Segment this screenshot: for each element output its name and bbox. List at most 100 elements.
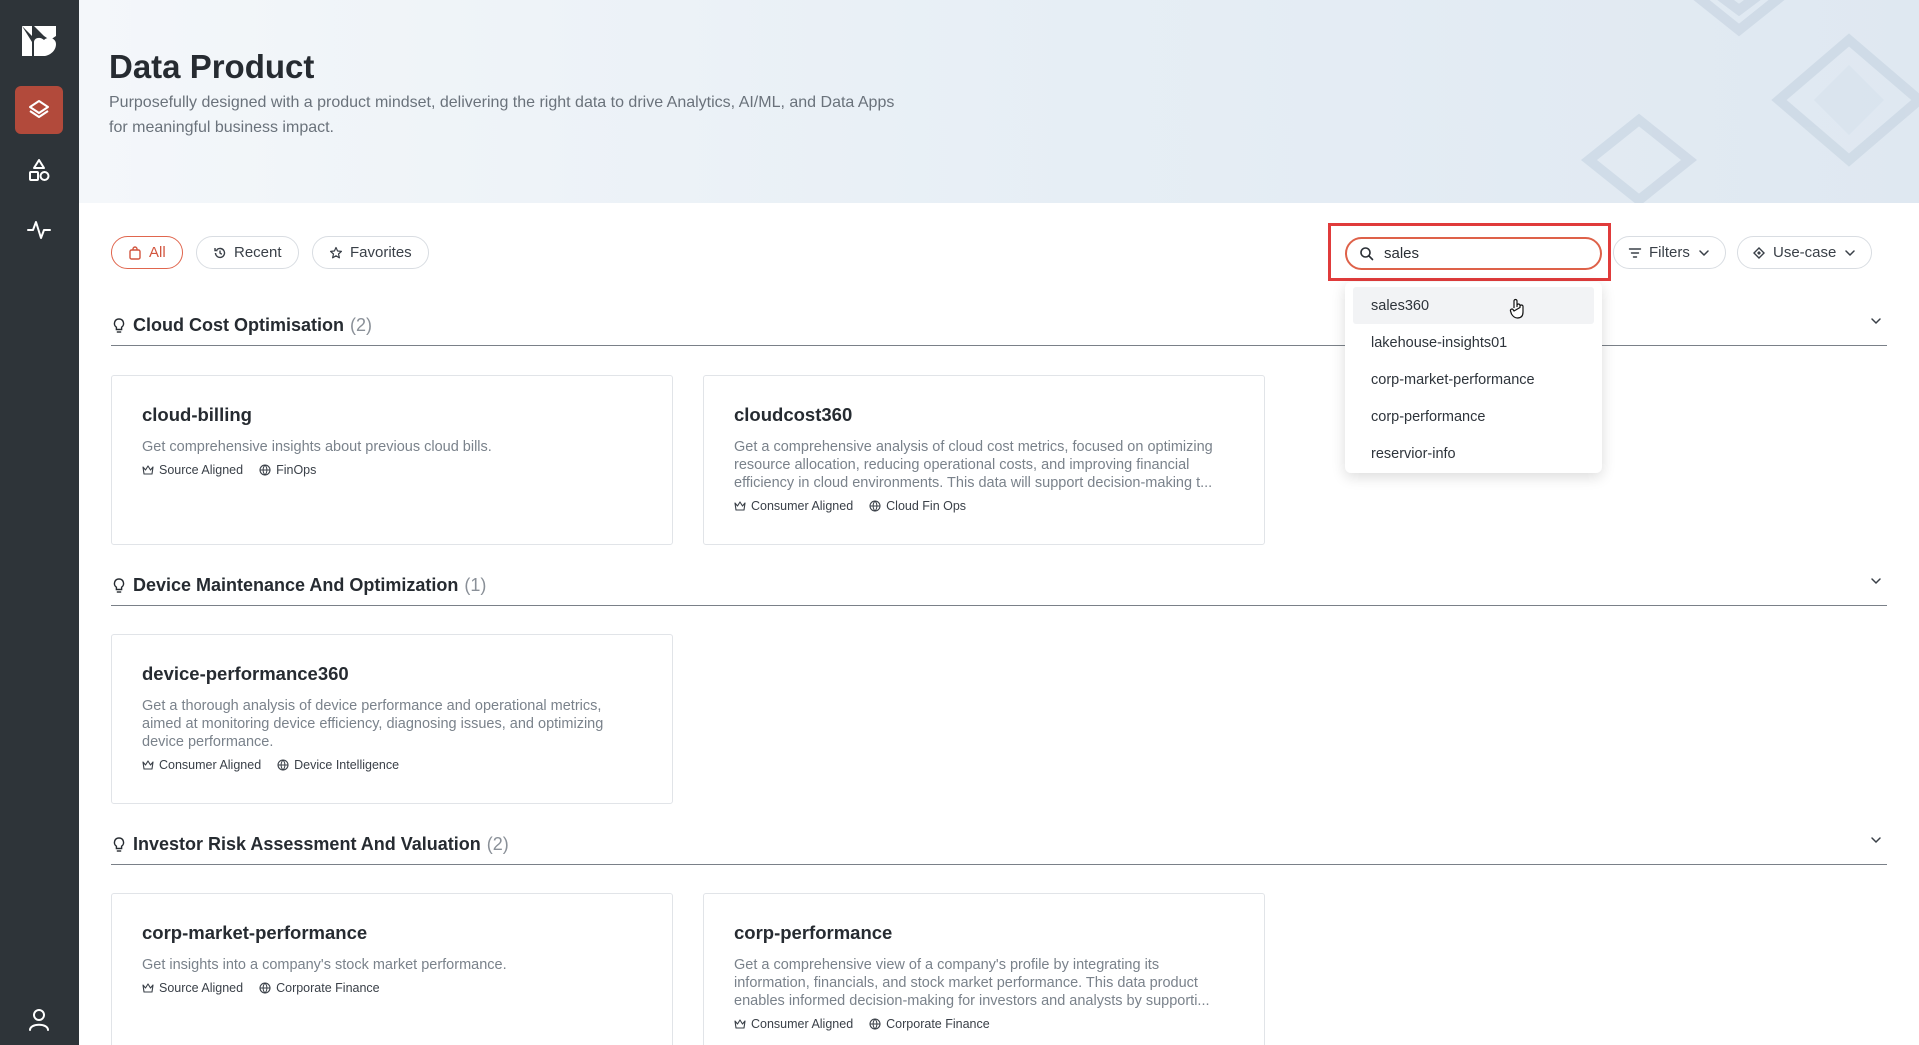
alignment-tag: Consumer Aligned [734,1017,853,1031]
section-count: (1) [464,575,487,595]
filter-icon [1628,247,1642,258]
shapes-icon [29,159,50,181]
alignment-tag: Consumer Aligned [734,499,853,513]
filters-label: Filters [1649,244,1690,261]
suggestion-item[interactable]: corp-performance [1353,398,1594,435]
tab-all-label: All [149,244,166,261]
alignment-label: Consumer Aligned [751,499,854,513]
chevron-down-icon[interactable] [1869,833,1883,847]
alignment-label: Consumer Aligned [751,1017,854,1031]
search-suggestions: sales360 lakehouse-insights01 corp-marke… [1345,282,1602,473]
data-product-card[interactable]: cloud-billing Get comprehensive insights… [111,375,673,545]
section-count: (2) [486,834,509,854]
alignment-label: Source Aligned [159,981,244,995]
nav-data-product[interactable] [15,86,63,134]
alignment-tag: Consumer Aligned [142,758,261,772]
alignment-label: Source Aligned [159,463,244,477]
lightbulb-icon [113,836,125,852]
user-profile-button[interactable] [20,1000,58,1038]
section-title: Device Maintenance And Optimization [133,575,459,595]
globe-icon [869,1018,881,1030]
suggestion-item[interactable]: sales360 [1353,287,1594,324]
sidebar [0,0,79,1045]
globe-icon [869,500,881,512]
bag-icon [129,245,141,260]
globe-icon [259,982,271,994]
domain-tag: Cloud Fin Ops [869,499,966,513]
crown-icon [734,1019,746,1029]
data-product-icon [29,100,49,118]
usecase-label: Use-case [1773,244,1837,261]
suggestion-item[interactable]: corp-market-performance [1353,361,1594,398]
card-title: corp-performance [734,922,893,943]
domain-tag: Corporate Finance [869,1017,990,1031]
filters-button[interactable]: Filters [1613,236,1726,269]
page-header: Data Product Purposefully designed with … [79,0,1919,203]
data-product-card[interactable]: cloudcost360 Get a comprehensive analysi… [703,375,1265,545]
alignment-tag: Source Aligned [142,981,243,995]
globe-icon [259,464,271,476]
card-title: corp-market-performance [142,922,368,943]
activity-icon [27,221,51,239]
search-input[interactable] [1384,245,1584,262]
nav-activity[interactable] [15,206,63,254]
chevron-down-icon [1699,249,1709,256]
tab-favorites-label: Favorites [350,244,412,261]
card-description: Get a comprehensive view of a company's … [734,957,1210,1009]
tab-all[interactable]: All [111,236,183,269]
tab-favorites[interactable]: Favorites [312,236,429,269]
user-icon [29,1009,49,1031]
usecase-button[interactable]: Use-case [1737,236,1873,269]
nav-shapes[interactable] [15,146,63,194]
card-description: Get insights into a company's stock mark… [142,957,507,973]
section-title: Cloud Cost Optimisation [133,315,344,335]
card-description: Get a thorough analysis of device perfor… [142,698,604,750]
crown-icon [142,983,154,993]
data-product-card[interactable]: device-performance360 Get a thorough ana… [111,634,673,804]
domain-tag: FinOps [259,463,316,477]
search-field[interactable] [1345,237,1602,270]
section-header[interactable]: Device Maintenance And Optimization (1) [111,566,1887,606]
section-title: Investor Risk Assessment And Valuation [133,834,481,854]
banner-decoration [1580,0,1919,203]
card-description: Get comprehensive insights about previou… [142,439,492,455]
card-title: cloud-billing [142,404,252,425]
hand-cursor-icon [1509,298,1524,319]
chevron-down-icon[interactable] [1869,574,1883,588]
suggestion-item[interactable]: lakehouse-insights01 [1353,324,1594,361]
data-product-card[interactable]: corp-market-performance Get insights int… [111,893,673,1045]
section-count: (2) [350,315,372,335]
page-subtitle: Purposefully designed with a product min… [109,94,895,136]
tab-recent-label: Recent [234,244,282,261]
page-title: Data Product [109,48,315,85]
card-title: cloudcost360 [734,404,853,425]
crown-icon [142,465,154,475]
domain-tag: Corporate Finance [259,981,380,995]
alignment-tag: Source Aligned [142,463,243,477]
star-icon [330,246,342,258]
domain-label: Corporate Finance [276,981,380,995]
globe-icon [277,759,289,771]
crown-icon [142,760,154,770]
card-title: device-performance360 [142,663,349,684]
data-product-card[interactable]: corp-performance Get a comprehensive vie… [703,893,1265,1045]
domain-label: Device Intelligence [294,758,400,772]
domain-label: FinOps [276,463,317,477]
card-description: Get a comprehensive analysis of cloud co… [734,439,1213,491]
domain-tag: Device Intelligence [277,758,399,772]
alignment-label: Consumer Aligned [159,758,262,772]
search-icon [1360,247,1374,261]
brand-logo-icon[interactable] [20,22,58,60]
domain-label: Corporate Finance [886,1017,990,1031]
chevron-down-icon[interactable] [1869,314,1883,328]
chevron-down-icon [1845,249,1856,256]
section-header[interactable]: Investor Risk Assessment And Valuation (… [111,825,1887,865]
tab-recent[interactable]: Recent [196,236,299,269]
lightbulb-icon [113,317,125,333]
crown-icon [734,501,746,511]
lightbulb-icon [113,577,125,593]
usecase-icon [1753,246,1765,259]
section-header[interactable]: Cloud Cost Optimisation (2) [111,306,1887,346]
suggestion-item[interactable]: reservior-info [1353,435,1594,472]
history-icon [214,247,226,258]
